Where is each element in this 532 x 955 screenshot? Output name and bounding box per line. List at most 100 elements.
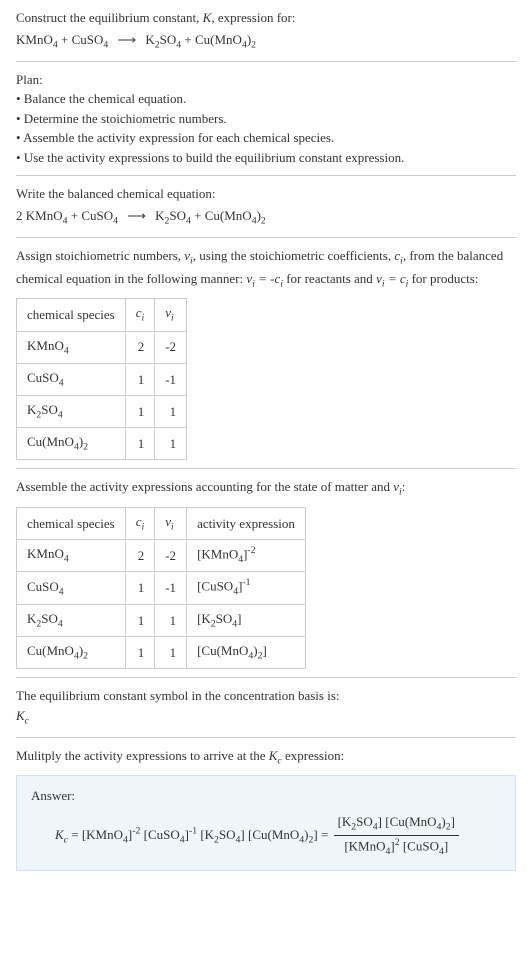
- kc-ans: Kc: [55, 827, 68, 842]
- cell-nu: 1: [155, 396, 187, 428]
- c-i: ci: [394, 248, 403, 263]
- rel-2: νi = ci: [376, 271, 408, 286]
- cell-species: KMnO4: [17, 331, 126, 363]
- cell-nu: 1: [155, 605, 187, 637]
- th-nu: νi: [155, 299, 187, 331]
- activity-text: Assemble the activity expressions accoun…: [16, 479, 393, 494]
- stoich-table: chemical species ci νi KMnO42-2 CuSO41-1…: [16, 298, 187, 460]
- cell-nu: 1: [155, 637, 187, 669]
- divider: [16, 175, 516, 176]
- cell-species: KMnO4: [17, 539, 126, 572]
- kc-text: The equilibrium constant symbol in the c…: [16, 686, 516, 706]
- denominator: [KMnO4]2 [CuSO4]: [334, 836, 459, 860]
- table-row: KMnO42-2: [17, 331, 187, 363]
- plan-item: • Assemble the activity expression for e…: [16, 128, 516, 148]
- divider: [16, 61, 516, 62]
- table-row: CuSO41-1: [17, 363, 187, 395]
- plus-1: +: [58, 32, 72, 47]
- reactant-1b: KMnO4: [26, 208, 68, 223]
- th-activity: activity expression: [187, 507, 306, 539]
- table-row: Cu(MnO4)211[Cu(MnO4)2]: [17, 637, 306, 669]
- prompt-text-a: Construct the equilibrium constant,: [16, 10, 203, 25]
- balanced-section: Write the balanced chemical equation: 2 …: [16, 184, 516, 229]
- kc-symbol-section: The equilibrium constant symbol in the c…: [16, 686, 516, 729]
- product-2b: Cu(MnO4)2: [205, 208, 266, 223]
- numerator: [K2SO4] [Cu(MnO4)2]: [334, 812, 459, 836]
- prompt-text-b: , expression for:: [211, 10, 295, 25]
- cell-activity: [K2SO4]: [187, 605, 306, 637]
- cell-c: 1: [125, 363, 155, 395]
- unbalanced-equation: KMnO4 + CuSO4 ⟶ K2SO4 + Cu(MnO4)2: [16, 30, 516, 53]
- cell-c: 1: [125, 572, 155, 605]
- problem-statement: Construct the equilibrium constant, K, e…: [16, 8, 516, 53]
- divider: [16, 737, 516, 738]
- plan-item: • Use the activity expressions to build …: [16, 148, 516, 168]
- answer-box: Answer: Kc = [KMnO4]-2 [CuSO4]-1 [K2SO4]…: [16, 775, 516, 870]
- cell-nu: -1: [155, 572, 187, 605]
- plus-2: +: [181, 32, 195, 47]
- cell-activity: [KMnO4]-2: [187, 539, 306, 572]
- activity-tail: :: [402, 479, 406, 494]
- cell-species: Cu(MnO4)2: [17, 637, 126, 669]
- table-row: KMnO42-2[KMnO4]-2: [17, 539, 306, 572]
- divider: [16, 677, 516, 678]
- stoich-tail-1: for reactants and: [283, 271, 376, 286]
- cell-species: CuSO4: [17, 363, 126, 395]
- reactant-2b: CuSO4: [81, 208, 118, 223]
- table-row: CuSO41-1[CuSO4]-1: [17, 572, 306, 605]
- plan-item: • Determine the stoichiometric numbers.: [16, 109, 516, 129]
- table-header-row: chemical species ci νi activity expressi…: [17, 507, 306, 539]
- table-row: K2SO411[K2SO4]: [17, 605, 306, 637]
- cell-activity: [Cu(MnO4)2]: [187, 637, 306, 669]
- multiply-tail: expression:: [282, 748, 344, 763]
- nu-i: νi: [184, 248, 193, 263]
- th-species: chemical species: [17, 507, 126, 539]
- nu-i-2: νi: [393, 479, 402, 494]
- divider: [16, 237, 516, 238]
- cell-c: 1: [125, 396, 155, 428]
- th-c: ci: [125, 299, 155, 331]
- table-row: K2SO411: [17, 396, 187, 428]
- answer-equation: Kc = [KMnO4]-2 [CuSO4]-1 [K2SO4] [Cu(MnO…: [31, 812, 501, 860]
- multiply-text: Mulitply the activity expressions to arr…: [16, 748, 269, 763]
- cell-c: 1: [125, 637, 155, 669]
- cell-c: 1: [125, 428, 155, 460]
- cell-nu: -2: [155, 539, 187, 572]
- multiply-section: Mulitply the activity expressions to arr…: [16, 746, 516, 769]
- stoich-text-a: Assign stoichiometric numbers,: [16, 248, 184, 263]
- stoich-tail-2: for products:: [408, 271, 478, 286]
- plan-item: • Balance the chemical equation.: [16, 89, 516, 109]
- th-species: chemical species: [17, 299, 126, 331]
- arrow-icon: ⟶: [111, 32, 142, 47]
- coeff-1: 2: [16, 208, 26, 223]
- reactant-2: CuSO4: [72, 32, 109, 47]
- prompt-line: Construct the equilibrium constant, K, e…: [16, 8, 516, 28]
- rel-1: νi = -ci: [246, 271, 283, 286]
- th-c: ci: [125, 507, 155, 539]
- plan-title: Plan:: [16, 70, 516, 90]
- kc-inline: Kc: [269, 748, 282, 763]
- answer-label: Answer:: [31, 786, 501, 806]
- cell-activity: [CuSO4]-1: [187, 572, 306, 605]
- balanced-title: Write the balanced chemical equation:: [16, 184, 516, 204]
- product-2: Cu(MnO4)2: [195, 32, 256, 47]
- cell-species: K2SO4: [17, 605, 126, 637]
- cell-species: CuSO4: [17, 572, 126, 605]
- cell-species: K2SO4: [17, 396, 126, 428]
- cell-nu: -1: [155, 363, 187, 395]
- activity-section: Assemble the activity expressions accoun…: [16, 477, 516, 500]
- th-nu: νi: [155, 507, 187, 539]
- product-1b: K2SO4: [155, 208, 191, 223]
- stoich-section: Assign stoichiometric numbers, νi, using…: [16, 246, 516, 292]
- product-1: K2SO4: [145, 32, 181, 47]
- arrow-icon-2: ⟶: [121, 208, 152, 223]
- fraction: [K2SO4] [Cu(MnO4)2][KMnO4]2 [CuSO4]: [334, 812, 459, 860]
- reactant-1: KMnO4: [16, 32, 58, 47]
- stoich-text-b: , using the stoichiometric coefficients,: [193, 248, 395, 263]
- cell-species: Cu(MnO4)2: [17, 428, 126, 460]
- cell-c: 1: [125, 605, 155, 637]
- divider: [16, 468, 516, 469]
- kc-symbol: Kc: [16, 706, 516, 729]
- plan-section: Plan: • Balance the chemical equation. •…: [16, 70, 516, 168]
- balanced-equation: 2 KMnO4 + CuSO4 ⟶ K2SO4 + Cu(MnO4)2: [16, 206, 516, 229]
